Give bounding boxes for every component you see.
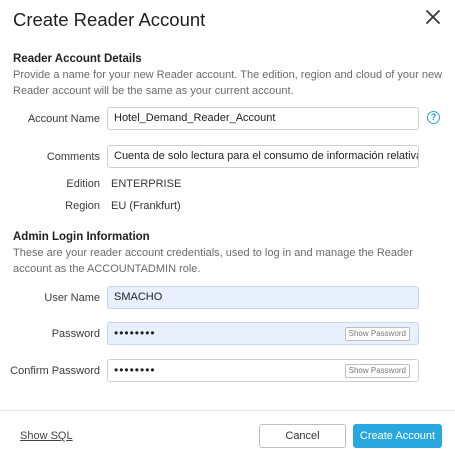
username-input[interactable]: SMACHO bbox=[107, 286, 419, 309]
username-label: User Name bbox=[44, 292, 100, 304]
password-label: Password bbox=[51, 328, 100, 340]
reader-account-details-description: Provide a name for your new Reader accou… bbox=[13, 69, 443, 97]
password-mask: •••••••• bbox=[114, 326, 156, 340]
confirm-password-input[interactable]: •••••••• Show Password bbox=[107, 359, 419, 382]
create-reader-account-dialog: Create Reader Account Reader Account Det… bbox=[0, 0, 455, 462]
show-confirm-password-button[interactable]: Show Password bbox=[344, 364, 410, 378]
create-account-button[interactable]: Create Account bbox=[353, 424, 442, 448]
region-value: EU (Frankfurt) bbox=[111, 200, 181, 212]
dialog-title: Create Reader Account bbox=[13, 9, 206, 30]
edition-value: ENTERPRISE bbox=[111, 178, 182, 190]
show-password-button[interactable]: Show Password bbox=[344, 327, 410, 341]
account-name-label: Account Name bbox=[27, 113, 100, 125]
account-name-input[interactable]: Hotel_Demand_Reader_Account bbox=[107, 107, 419, 130]
footer-divider bbox=[0, 410, 455, 411]
help-icon[interactable]: ? bbox=[427, 111, 440, 124]
password-input[interactable]: •••••••• Show Password bbox=[107, 322, 419, 345]
cancel-button[interactable]: Cancel bbox=[259, 424, 346, 448]
confirm-password-mask: •••••••• bbox=[114, 363, 156, 377]
region-label: Region bbox=[65, 200, 100, 212]
comments-label: Comments bbox=[46, 151, 100, 163]
admin-login-description: These are your reader account credential… bbox=[13, 247, 413, 275]
confirm-password-label: Confirm Password bbox=[10, 365, 100, 377]
reader-account-details-heading: Reader Account Details bbox=[13, 53, 142, 65]
show-sql-link[interactable]: Show SQL bbox=[20, 430, 73, 442]
comments-input[interactable]: Cuenta de solo lectura para el consumo d… bbox=[107, 145, 419, 168]
edition-label: Edition bbox=[66, 178, 100, 190]
admin-login-heading: Admin Login Information bbox=[13, 231, 150, 243]
close-icon[interactable] bbox=[423, 7, 443, 27]
